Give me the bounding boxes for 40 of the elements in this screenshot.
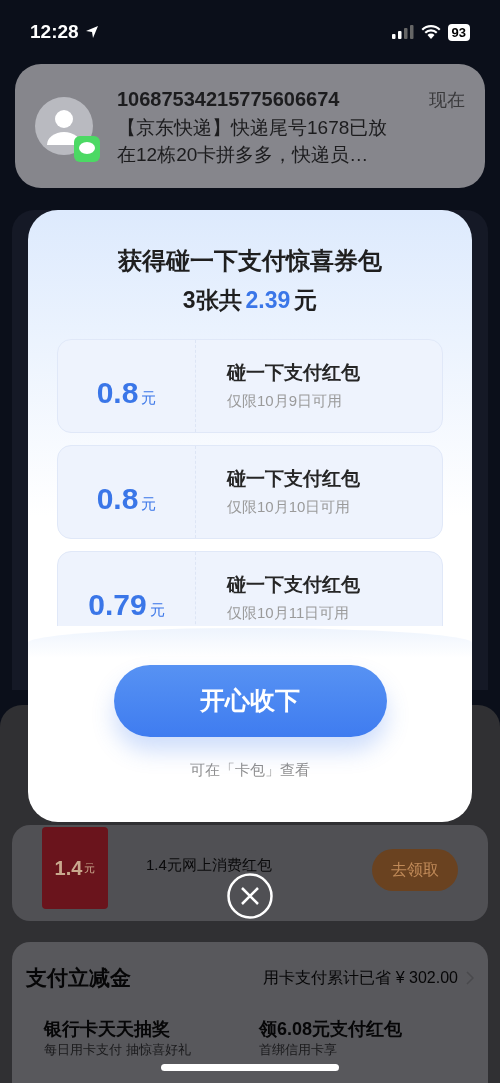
notification-time: 现在 — [429, 89, 465, 112]
battery-level: 93 — [447, 23, 470, 41]
coupon-name: 碰一下支付红包 — [227, 361, 360, 385]
subtitle-text: 3张共 — [182, 286, 242, 315]
coupon-card[interactable]: 0.8 元 碰一下支付红包 仅限10月10日可用 — [57, 444, 443, 539]
coupon-amount: 0.8 — [96, 374, 139, 411]
location-arrow-icon — [84, 25, 99, 39]
offer-title: 领6.08元支付红包 — [259, 1017, 404, 1040]
message-icon — [74, 136, 100, 162]
sender-number: 10687534215775606674 — [117, 87, 340, 112]
coupon-validity: 仅限10月11日可用 — [227, 602, 351, 623]
subtitle-text: 元 — [294, 286, 318, 315]
coupon-validity: 仅限10月9日可用 — [227, 390, 344, 411]
total-amount: 2.39 — [245, 286, 291, 315]
close-icon[interactable] — [227, 873, 273, 919]
coupon-unit: 元 — [141, 387, 157, 408]
wallet-hint: 可在「卡包」查看 — [190, 759, 310, 780]
wifi-icon — [420, 25, 441, 39]
savings-summary: 用卡支付累计已省 ¥ 302.00 — [263, 967, 458, 988]
message-preview: 【京东快递】快递尾号1678已放 — [117, 116, 389, 140]
coupon-card[interactable]: 0.79 元 碰一下支付红包 仅限10月11日可用 — [57, 550, 443, 626]
packet-unit: 元 — [84, 860, 96, 876]
section-title: 支付立减金 — [26, 965, 131, 991]
packet-amount: 1.4 — [54, 856, 83, 881]
offer-title: 银行卡天天抽奖 — [44, 1017, 171, 1040]
coupon-name: 碰一下支付红包 — [227, 467, 360, 491]
coupon-amount: 0.8 — [96, 480, 139, 517]
coupon-name: 碰一下支付红包 — [227, 573, 360, 597]
promo-title: 1.4元网上消费红包 — [146, 854, 273, 875]
coupon-validity: 仅限10月10日可用 — [227, 496, 352, 517]
offer-subtitle: 首绑信用卡享 — [259, 1040, 338, 1059]
coupon-unit: 元 — [149, 599, 165, 620]
coupon-unit: 元 — [141, 493, 157, 514]
clock-time: 12:28 — [30, 19, 79, 44]
coupon-card[interactable]: 0.8 元 碰一下支付红包 仅限10月9日可用 — [57, 338, 443, 433]
notification-banner[interactable]: 10687534215775606674 现在 【京东快递】快递尾号1678已放 在12栋20卡拼多多，快递员… — [15, 64, 485, 188]
dialog-title: 获得碰一下支付惊喜券包 — [118, 246, 382, 276]
signal-icon — [391, 25, 414, 39]
coupon-amount: 0.79 — [88, 586, 147, 623]
message-preview: 在12栋20卡拼多多，快递员… — [117, 143, 370, 167]
